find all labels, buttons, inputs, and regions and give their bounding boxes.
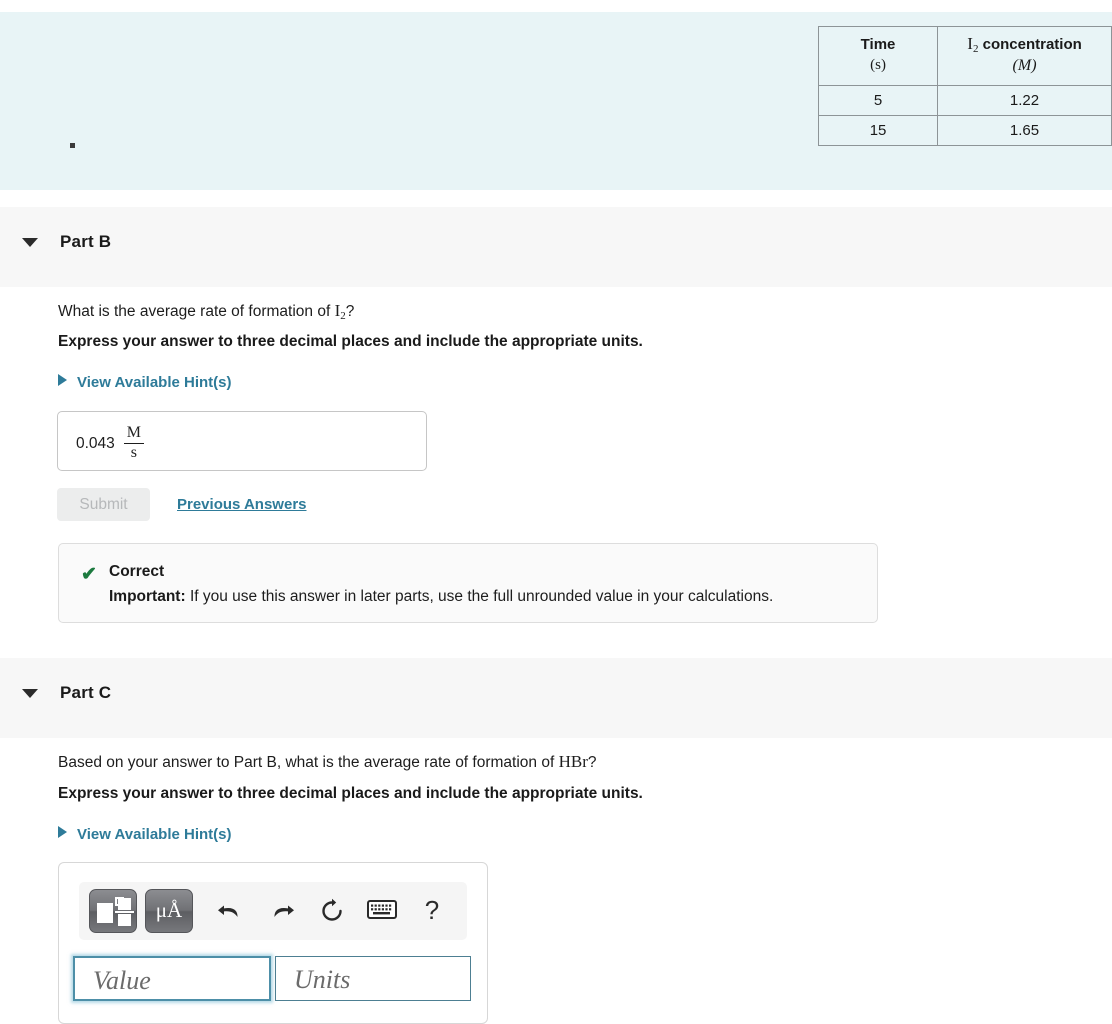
part-b-answer-units: M s — [123, 424, 145, 462]
part-c-hint-label: View Available Hint(s) — [77, 826, 232, 843]
part-b-view-hints-link[interactable]: View Available Hint(s) — [58, 374, 232, 391]
data-table-wrapper: Time (s) I2 concentration (M) 5 1.22 15 … — [817, 25, 1112, 147]
help-icon-label: ? — [424, 895, 440, 925]
part-b-hint-label: View Available Hint(s) — [77, 374, 232, 391]
math-template-button[interactable] — [89, 889, 137, 933]
part-b-feedback-box: ✔ Correct Important: If you use this ans… — [58, 543, 878, 623]
part-b-title: Part B — [60, 232, 112, 251]
chevron-down-icon[interactable] — [22, 689, 38, 698]
template-fraction-bar-icon — [115, 911, 134, 913]
part-c-instruction: Express your answer to three decimal pla… — [58, 785, 643, 802]
part-c-question-symbol: HBr — [558, 752, 588, 771]
part-c-view-hints-link[interactable]: View Available Hint(s) — [58, 826, 232, 843]
part-b-question: What is the average rate of formation of… — [58, 300, 354, 324]
math-toolbar: μÅ ? — [79, 882, 467, 940]
column-header-time: Time (s) — [817, 25, 939, 87]
feedback-message-text: If you use this answer in later parts, u… — [185, 588, 774, 605]
template-fraction-numerator-icon — [118, 898, 131, 910]
triangle-right-icon — [58, 374, 67, 386]
keyboard-icon[interactable] — [367, 899, 397, 929]
column-header-time-line2: (s) — [870, 56, 886, 73]
part-c-question: Based on your answer to Part B, what is … — [58, 751, 596, 774]
part-b-answer-value: 0.043 — [76, 435, 115, 453]
cell-time: 15 — [817, 115, 939, 147]
table-header-row: Time (s) I2 concentration (M) — [817, 25, 1112, 87]
template-fraction-denominator-icon — [118, 914, 131, 926]
help-icon[interactable]: ? — [417, 896, 447, 926]
column-header-concentration: I2 concentration (M) — [937, 25, 1112, 87]
part-c-header[interactable]: Part C — [0, 658, 1112, 738]
table-row: 15 1.65 — [817, 115, 1112, 147]
unit-denominator: s — [130, 443, 138, 461]
part-b-question-prefix: What is the average rate of formation of — [58, 303, 335, 320]
value-input[interactable]: Value — [73, 956, 271, 1001]
part-c-answer-panel: μÅ ? Value Units — [58, 862, 488, 1024]
part-c-question-suffix: ? — [587, 754, 597, 771]
feedback-important-label: Important: — [109, 588, 186, 605]
column-header-concentration-units: (M) — [1012, 57, 1037, 75]
part-c-title: Part C — [60, 683, 112, 702]
undo-icon[interactable] — [215, 896, 245, 926]
part-b-question-suffix: ? — [345, 303, 355, 320]
unit-numerator: M — [126, 424, 142, 441]
concentration-data-table: Time (s) I2 concentration (M) 5 1.22 15 … — [817, 25, 1112, 147]
template-box-icon — [97, 903, 113, 923]
check-icon: ✔ — [81, 564, 97, 585]
redo-icon[interactable] — [267, 896, 297, 926]
cell-concentration: 1.22 — [937, 85, 1112, 117]
part-b-instruction: Express your answer to three decimal pla… — [58, 333, 643, 350]
part-b-header[interactable]: Part B — [0, 207, 1112, 287]
column-header-time-line1: Time — [860, 36, 896, 54]
text-cursor-marker — [70, 143, 75, 148]
chevron-down-icon[interactable] — [22, 238, 38, 247]
part-b-answer-content: 0.043 M s — [76, 424, 145, 463]
units-input[interactable]: Units — [275, 956, 471, 1001]
cell-concentration: 1.65 — [937, 115, 1112, 147]
column-header-concentration-text: concentration — [978, 36, 1082, 53]
triangle-right-icon — [58, 826, 67, 838]
problem-statement-band: Time (s) I2 concentration (M) 5 1.22 15 … — [0, 12, 1112, 190]
units-button-label: μÅ — [155, 898, 183, 922]
reset-icon[interactable] — [317, 896, 347, 926]
part-b-previous-answers-link[interactable]: Previous Answers — [177, 496, 307, 513]
units-button[interactable]: μÅ — [145, 889, 193, 933]
feedback-message: Important: If you use this answer in lat… — [109, 588, 773, 606]
cell-time: 5 — [817, 85, 939, 117]
part-b-answer-input[interactable]: 0.043 M s — [57, 411, 427, 471]
part-b-submit-button[interactable]: Submit — [57, 488, 150, 521]
table-row: 5 1.22 — [817, 85, 1112, 117]
feedback-status: Correct — [109, 563, 165, 580]
part-c-question-prefix: Based on your answer to Part B, what is … — [58, 754, 559, 771]
